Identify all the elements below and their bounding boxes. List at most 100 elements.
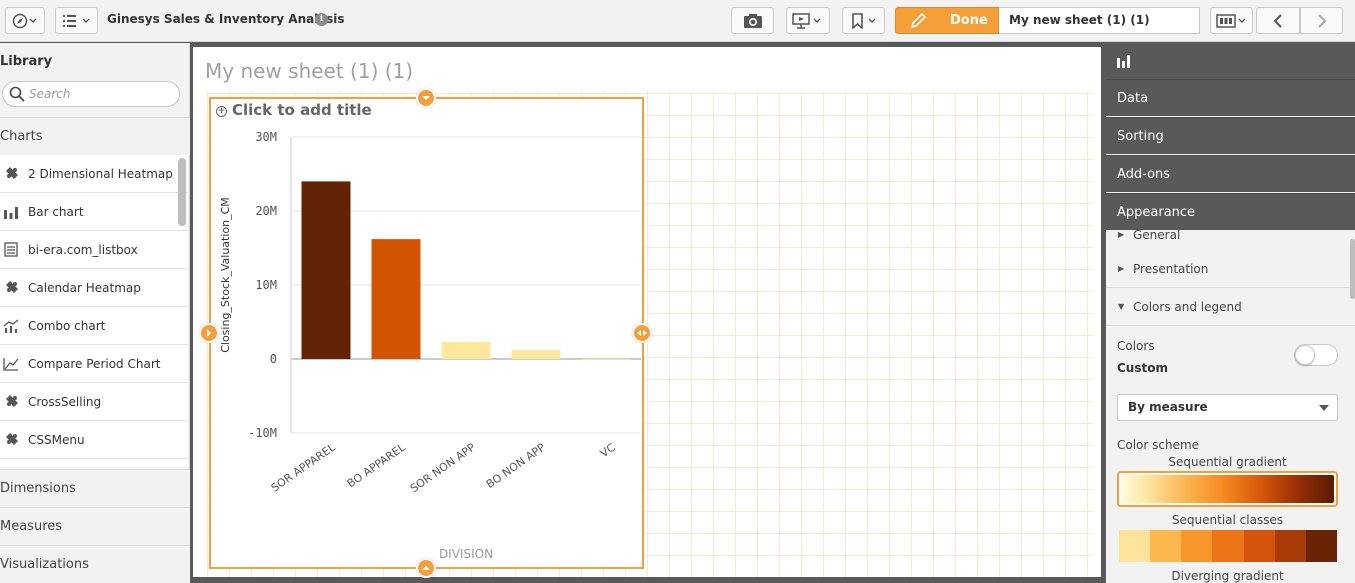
chart-item-listbox[interactable]: bi-era.com_listbox [0, 231, 188, 269]
tab-sorting[interactable]: Sorting [1106, 117, 1355, 154]
previous-sheet-button[interactable] [1256, 7, 1300, 34]
class-color-swatch [1119, 530, 1151, 562]
scheme-sequential-classes-swatch[interactable] [1119, 530, 1337, 562]
info-icon[interactable]: i [315, 13, 328, 26]
tab-appearance[interactable]: Appearance [1106, 193, 1355, 230]
scheme-sequential-gradient-swatch[interactable] [1117, 471, 1338, 507]
pencil-icon [910, 12, 927, 28]
library-search-input[interactable]: Search [2, 81, 180, 107]
bar [301, 181, 351, 359]
color-by-select[interactable]: By measure [1117, 394, 1338, 421]
search-icon [9, 86, 25, 102]
class-color-swatch [1150, 530, 1182, 562]
colors-mode-label: Custom [1117, 361, 1168, 375]
properties-scrollbar[interactable] [1350, 239, 1355, 299]
chart-item-label: Combo chart [28, 318, 106, 333]
triangle-down-icon: ▼ [1118, 302, 1125, 311]
done-button[interactable]: Done [895, 7, 999, 34]
color-by-value: By measure [1128, 400, 1208, 414]
y-axis-title: Closing_Stock_Valuation_CM [219, 197, 232, 353]
puzzle-icon [2, 166, 20, 182]
bar-chart-object[interactable]: + Click to add title 30M 20M 10M 0 -10M Closin… [209, 97, 644, 569]
chart-item-bar-chart[interactable]: Bar chart [0, 193, 188, 231]
section-presentation[interactable]: ▶ Presentation [1106, 250, 1355, 288]
tab-add-ons[interactable]: Add-ons [1106, 155, 1355, 192]
bar [441, 341, 491, 359]
sheets-icon [1215, 13, 1245, 28]
compass-icon [12, 13, 37, 28]
y-tick-label: 20M [255, 204, 277, 218]
bookmark-button[interactable] [842, 7, 885, 34]
tab-data[interactable]: Data [1106, 79, 1355, 116]
dimensions-section-header[interactable]: Dimensions [0, 469, 190, 507]
resize-handle-top[interactable] [416, 88, 436, 108]
section-label: Presentation [1133, 262, 1209, 276]
charts-section-header[interactable]: Charts [0, 117, 190, 155]
sheets-menu-button[interactable] [1210, 7, 1253, 34]
bar [371, 239, 421, 359]
chart-item-label: Calendar Heatmap [28, 280, 141, 295]
bar [511, 350, 561, 359]
chart-item-crossselling[interactable]: CrossSelling [0, 383, 188, 421]
color-scheme-label: Color scheme [1117, 438, 1200, 452]
sheet-title[interactable]: My new sheet (1) (1) [205, 59, 413, 83]
x-tick-label: SOR APPAREL [269, 440, 339, 494]
library-title: Library [0, 54, 53, 69]
class-color-swatch [1305, 530, 1337, 562]
chart-item-label: 2 Dimensional Heatmap [28, 166, 173, 181]
chart-item-calendar-heatmap[interactable]: Calendar Heatmap [0, 269, 188, 307]
y-tick-label: 0 [270, 352, 277, 366]
chart-item-compare-period-chart[interactable]: Compare Period Chart [0, 345, 188, 383]
global-menu-button[interactable] [55, 7, 98, 34]
x-tick-label: VC [598, 441, 618, 461]
line-chart-icon [2, 357, 20, 371]
chart-item-cssmenu[interactable]: CSSMenu [0, 421, 188, 459]
resize-handle-right[interactable] [632, 323, 652, 343]
done-label: Done [950, 13, 988, 28]
list-icon [2, 242, 20, 257]
class-color-swatch [1212, 530, 1244, 562]
scheme-sequential-classes-label: Sequential classes [1171, 513, 1284, 527]
bar-chart-icon [2, 205, 20, 219]
current-sheet-name[interactable]: My new sheet (1) (1) [999, 7, 1200, 34]
section-colors-and-legend[interactable]: ▼ Colors and legend [1106, 288, 1355, 326]
library-scrollbar[interactable] [178, 158, 186, 226]
properties-panel: ▶ General ▶ Presentation ▼ Colors and legen… [1106, 43, 1355, 583]
present-button[interactable] [786, 7, 830, 34]
chart-item-label: CSSMenu [28, 432, 85, 447]
navigation-menu-button[interactable] [5, 7, 45, 34]
puzzle-icon [2, 280, 20, 296]
class-color-swatch [1181, 530, 1213, 562]
puzzle-icon [2, 394, 20, 410]
sheet-canvas: My new sheet (1) (1) + Click to add title… [193, 47, 1101, 578]
properties-header [1106, 43, 1355, 79]
section-label: Colors and legend [1133, 300, 1242, 314]
y-tick-label: 10M [255, 278, 277, 292]
chevron-right-icon [207, 329, 211, 337]
resize-handle-bottom[interactable] [416, 558, 436, 578]
sheet-name-label: My new sheet (1) (1) [1009, 13, 1150, 27]
measures-section-header[interactable]: Measures [0, 507, 190, 545]
chart-item-2d-heatmap[interactable]: 2 Dimensional Heatmap [0, 155, 188, 193]
toggle-knob [1295, 345, 1315, 365]
visualizations-section-header[interactable]: Visualizations [0, 545, 190, 583]
colors-auto-toggle[interactable] [1294, 344, 1338, 366]
triangle-right-icon: ▶ [1118, 264, 1125, 273]
bookmark-icon [851, 12, 875, 29]
caret-down-icon [1319, 405, 1329, 411]
snapshot-button[interactable] [731, 7, 774, 34]
app-title: Ginesys Sales & Inventory Analysis [107, 12, 345, 26]
chart-list: 2 Dimensional Heatmap Bar chart bi-era.c… [0, 155, 188, 467]
y-tick-label: 30M [255, 130, 277, 144]
resize-handle-left[interactable] [199, 323, 219, 343]
colors-label: Colors [1117, 339, 1155, 353]
presentation-icon [792, 12, 821, 29]
chart-item-label: CrossSelling [28, 394, 102, 409]
next-sheet-button[interactable] [1300, 7, 1343, 34]
left-right-arrows-icon [637, 330, 647, 336]
scheme-sequential-gradient-label: Sequential gradient [1168, 455, 1287, 469]
chart-item-label: bi-era.com_listbox [28, 242, 138, 257]
menu-list-icon [62, 14, 89, 27]
chart-item-combo-chart[interactable]: Combo chart [0, 307, 188, 345]
chevron-right-icon [1317, 13, 1326, 28]
